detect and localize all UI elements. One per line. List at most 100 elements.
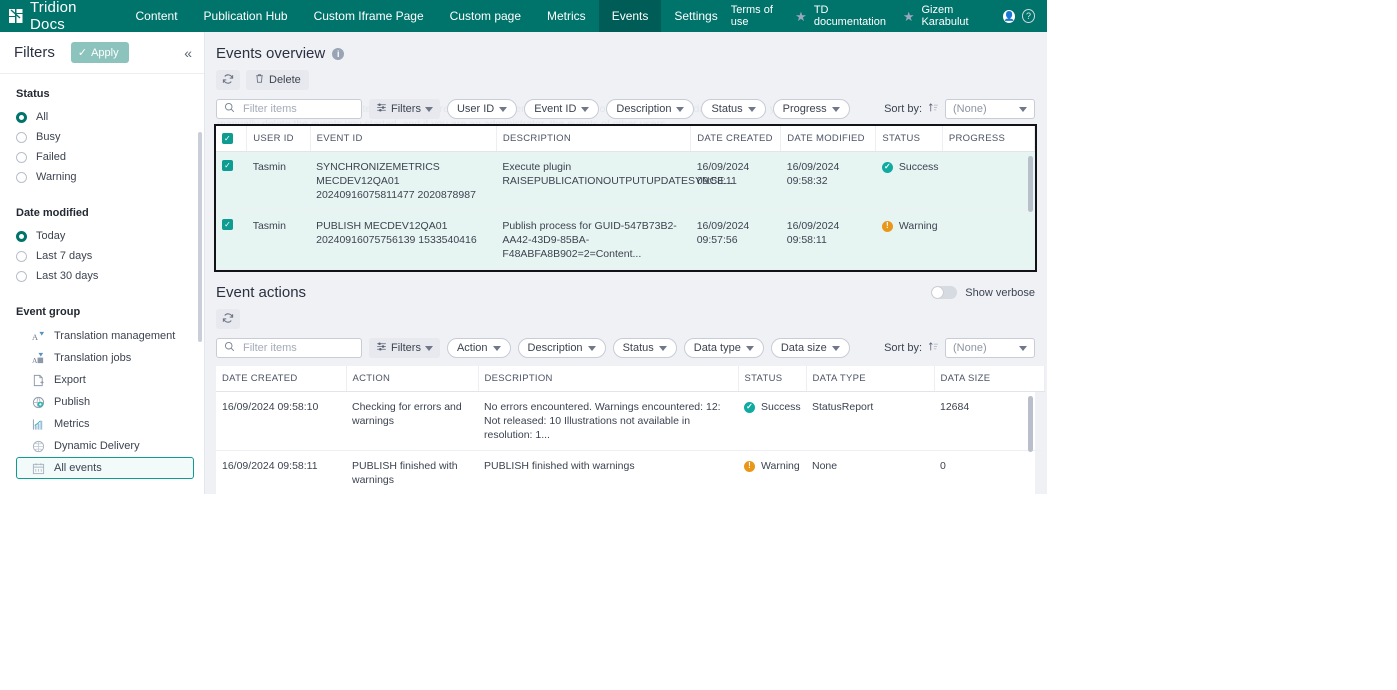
refresh-button[interactable] bbox=[216, 309, 240, 329]
sidebar-item-translation-jobs[interactable]: A Translation jobs bbox=[16, 347, 194, 369]
page-title-row: Events overview i bbox=[205, 32, 1047, 62]
sort-select[interactable]: (None) bbox=[945, 99, 1035, 119]
table-row[interactable]: ✓ Tasmin SYNCHRONIZEMETRICS MECDEV12QA01… bbox=[216, 151, 1035, 211]
col-user-id[interactable]: USER ID bbox=[246, 126, 311, 152]
nav-item-metrics[interactable]: Metrics bbox=[534, 0, 599, 32]
chip-data-size[interactable]: Data size bbox=[770, 338, 850, 358]
translation-jobs-icon: A bbox=[32, 352, 45, 365]
col-data-type[interactable]: DATA TYPE bbox=[806, 366, 935, 392]
terms-of-use-link[interactable]: Terms of use bbox=[731, 4, 788, 28]
nav-item-custom-iframe-page[interactable]: Custom Iframe Page bbox=[301, 0, 437, 32]
delete-button[interactable]: Delete bbox=[246, 70, 309, 90]
info-icon[interactable]: i bbox=[332, 47, 345, 60]
chip-label: Progress bbox=[782, 103, 827, 115]
td-documentation-link[interactable]: TD documentation bbox=[814, 4, 896, 28]
col-description[interactable]: DESCRIPTION bbox=[478, 366, 739, 392]
nav-item-content[interactable]: Content bbox=[123, 0, 191, 32]
status-option-warning[interactable]: Warning bbox=[16, 167, 204, 187]
row-checkbox[interactable]: ✓ bbox=[222, 160, 233, 171]
help-circle-icon[interactable]: ? bbox=[1022, 9, 1035, 23]
search-input[interactable] bbox=[241, 341, 354, 355]
sidebar-item-metrics[interactable]: Metrics bbox=[16, 413, 194, 435]
events-table-scrollbar[interactable] bbox=[1028, 156, 1033, 212]
sidebar-item-all-events[interactable]: All events bbox=[16, 457, 194, 479]
col-data-size[interactable]: DATA SIZE bbox=[934, 366, 1045, 392]
cell-action: PUBLISH finished with warnings bbox=[346, 450, 478, 494]
chip-data-type[interactable]: Data type bbox=[683, 338, 764, 358]
chip-label: Event ID bbox=[534, 103, 577, 115]
user-avatar-icon[interactable]: 👤 bbox=[1003, 9, 1016, 23]
cell-data-type: None bbox=[806, 450, 934, 494]
filters-header: Filters ✓ Apply « bbox=[0, 32, 204, 74]
filters-button[interactable]: Filters bbox=[369, 99, 440, 119]
sliders-icon bbox=[376, 341, 387, 355]
sidebar-item-publish[interactable]: Publish bbox=[16, 391, 194, 413]
filters-button[interactable]: Filters bbox=[369, 338, 440, 358]
cell-description: Execute plugin RAISEPUBLICATIONOUTPUTUPD… bbox=[496, 151, 733, 211]
chip-user-id[interactable]: User ID bbox=[446, 99, 518, 119]
show-verbose-toggle[interactable] bbox=[931, 286, 958, 299]
status-option-busy[interactable]: Busy bbox=[16, 127, 204, 147]
star-icon[interactable]: ★ bbox=[795, 10, 807, 23]
select-all-checkbox[interactable]: ✓ bbox=[222, 133, 233, 144]
col-progress[interactable]: PROGRESS bbox=[942, 126, 1036, 152]
translation-management-icon: A bbox=[32, 330, 45, 343]
radio-icon bbox=[16, 230, 27, 242]
event-actions-filter-bar: Filters Action Description Status Data t… bbox=[205, 329, 1047, 358]
nav-items: Content Publication Hub Custom Iframe Pa… bbox=[123, 0, 731, 32]
chip-description[interactable]: Description bbox=[606, 99, 695, 119]
star-icon[interactable]: ★ bbox=[903, 10, 915, 23]
sort-ascending-icon[interactable] bbox=[928, 341, 939, 355]
sidebar-item-export[interactable]: Export bbox=[16, 369, 194, 391]
sort-ascending-icon[interactable] bbox=[928, 102, 939, 116]
col-action[interactable]: ACTION bbox=[346, 366, 479, 392]
chip-status[interactable]: Status bbox=[612, 338, 677, 358]
top-navigation-bar: Tridion Docs Content Publication Hub Cus… bbox=[0, 0, 1047, 33]
chip-action[interactable]: Action bbox=[446, 338, 511, 358]
search-box[interactable] bbox=[216, 99, 362, 119]
col-event-id[interactable]: EVENT ID bbox=[310, 126, 497, 152]
col-status[interactable]: STATUS bbox=[738, 366, 807, 392]
chip-progress[interactable]: Progress bbox=[772, 99, 850, 119]
events-filter-bar: Filters User ID Event ID Description Sta… bbox=[205, 90, 1047, 119]
date-option-last-30-days[interactable]: Last 30 days bbox=[16, 266, 204, 286]
col-date-created[interactable]: DATE CREATED bbox=[216, 366, 347, 392]
filters-body: Status All Busy Failed Warning Date modi… bbox=[0, 74, 204, 479]
col-description[interactable]: DESCRIPTION bbox=[496, 126, 692, 152]
brand-logo-area[interactable]: Tridion Docs bbox=[0, 0, 123, 33]
sidebar-item-dynamic-delivery[interactable]: Dynamic Delivery bbox=[16, 435, 194, 457]
table-row[interactable]: 16/09/2024 09:58:11 PUBLISH finished wit… bbox=[216, 450, 1044, 494]
status-option-label: Failed bbox=[36, 151, 66, 163]
event-actions-table-scrollbar[interactable] bbox=[1028, 396, 1033, 452]
chevron-double-left-icon[interactable]: « bbox=[184, 45, 192, 61]
chip-description[interactable]: Description bbox=[517, 338, 606, 358]
date-option-today[interactable]: Today bbox=[16, 226, 204, 246]
sidebar-scrollbar[interactable] bbox=[198, 132, 202, 342]
search-icon bbox=[224, 339, 235, 357]
refresh-button[interactable] bbox=[216, 70, 240, 90]
nav-item-publication-hub[interactable]: Publication Hub bbox=[191, 0, 301, 32]
status-option-failed[interactable]: Failed bbox=[16, 147, 204, 167]
nav-item-settings[interactable]: Settings bbox=[661, 0, 730, 32]
status-group-title: Status bbox=[16, 88, 50, 100]
chip-status[interactable]: Status bbox=[701, 99, 766, 119]
col-status[interactable]: STATUS bbox=[875, 126, 943, 152]
sort-value: (None) bbox=[953, 103, 987, 115]
event-actions-header: Event actions Show verbose bbox=[205, 270, 1047, 301]
apply-button[interactable]: ✓ Apply bbox=[70, 42, 129, 63]
nav-item-events[interactable]: Events bbox=[598, 0, 662, 32]
status-option-all[interactable]: All bbox=[16, 107, 204, 127]
sort-select[interactable]: (None) bbox=[945, 338, 1035, 358]
table-row[interactable]: ✓ Tasmin PUBLISH MECDEV12QA01 2024091607… bbox=[216, 210, 1035, 270]
status-option-label: All bbox=[36, 111, 49, 123]
chip-event-id[interactable]: Event ID bbox=[524, 99, 600, 119]
row-checkbox[interactable]: ✓ bbox=[222, 219, 233, 230]
search-input[interactable] bbox=[241, 102, 354, 116]
date-option-last-7-days[interactable]: Last 7 days bbox=[16, 246, 204, 266]
nav-item-custom-page[interactable]: Custom page bbox=[437, 0, 534, 32]
search-box[interactable] bbox=[216, 338, 362, 358]
col-date-created[interactable]: DATE CREATED bbox=[690, 126, 782, 152]
sidebar-item-translation-management[interactable]: A Translation management bbox=[16, 325, 194, 347]
col-date-modified[interactable]: DATE MODIFIED bbox=[780, 126, 877, 152]
table-row[interactable]: 16/09/2024 09:58:10 Checking for errors … bbox=[216, 391, 1044, 451]
